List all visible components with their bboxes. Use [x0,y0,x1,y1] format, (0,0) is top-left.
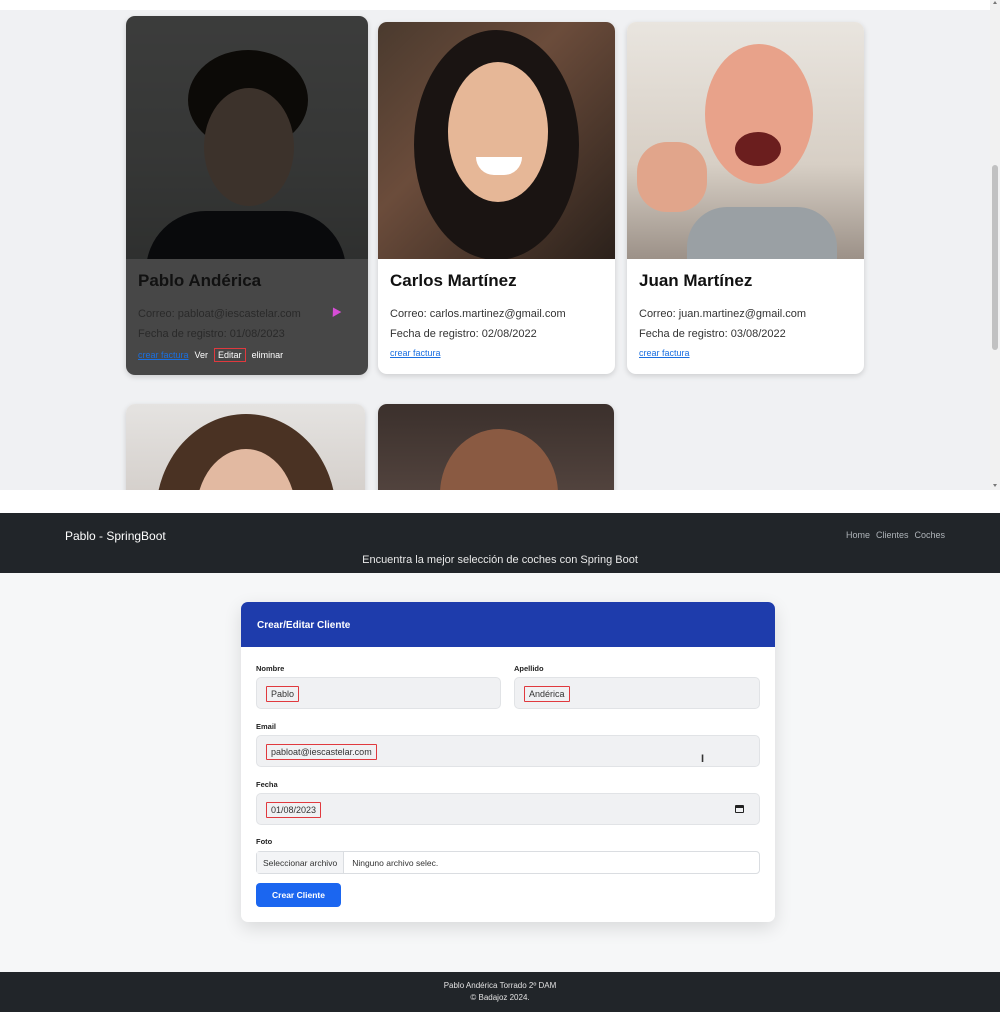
client-email: Correo: pabloat@iescastelar.com [138,308,301,320]
page-scrollbar[interactable] [990,0,1000,490]
fecha-label: Fecha [256,780,278,789]
client-email: Correo: juan.martinez@gmail.com [639,308,807,320]
navbar-tagline: Encuentra la mejor selección de coches c… [362,554,638,566]
client-card-carlos[interactable]: Carlos Martínez Correo: carlos.martinez@… [378,22,615,374]
calendar-icon[interactable] [735,805,744,813]
apellido-label: Apellido [514,664,544,673]
create-invoice-link[interactable]: crear factura [639,348,690,358]
fecha-value: 01/08/2023 [266,802,322,818]
client-card-partial-1[interactable] [126,404,365,490]
client-actions: crear factura [390,348,603,358]
face-shape [448,62,548,202]
text-cursor-icon: I [701,753,705,765]
edit-button[interactable]: Editar [214,348,246,362]
client-photo-partial-2 [378,404,614,490]
file-status: Ninguno archivo selec. [352,857,439,868]
footer: Pablo Andérica Torrado 2º DAM © Badajoz … [0,972,1000,1012]
thumb-shape [637,142,707,212]
client-email: Correo: carlos.martinez@gmail.com [390,308,566,320]
client-photo-partial-1 [126,404,365,490]
view-button[interactable]: Ver [195,350,209,360]
client-name: Pablo Andérica [138,271,262,290]
fecha-input[interactable]: 01/08/2023 [256,793,760,825]
create-invoice-link[interactable]: crear factura [390,348,441,358]
nombre-label: Nombre [256,664,285,673]
select-file-button[interactable]: Seleccionar archivo [257,852,345,873]
nav-links: Home Clientes Coches [846,530,945,540]
client-card-body: Juan Martínez Correo: juan.martinez@gmai… [627,259,864,358]
client-date: Fecha de registro: 02/08/2022 [390,328,537,340]
client-photo-pablo [126,16,368,259]
create-client-button[interactable]: Crear Cliente [256,883,341,907]
client-name: Juan Martínez [639,271,753,290]
email-value: pabloat@iescastelar.com [266,744,377,760]
footer-author: Pablo Andérica Torrado 2º DAM [443,981,557,990]
form-title: Crear/Editar Cliente [241,602,775,647]
apellido-input[interactable]: Andérica [514,677,760,709]
client-actions: crear factura [639,348,852,358]
email-input[interactable]: pabloat@iescastelar.com [256,735,760,767]
shirt-shape [687,207,837,259]
shoulders-shape [146,211,346,259]
client-card-pablo[interactable]: Pablo Andérica Correo: pabloat@iescastel… [126,16,368,375]
client-name: Carlos Martínez [390,271,517,290]
mouth-shape [735,132,781,166]
apellido-value: Andérica [524,686,570,702]
client-form-view: Pablo - SpringBoot Home Clientes Coches … [0,513,1000,1012]
nav-link-clientes[interactable]: Clientes [876,530,909,540]
client-card-juan[interactable]: Juan Martínez Correo: juan.martinez@gmai… [627,22,864,374]
email-label: Email [256,722,277,731]
form-body: Nombre Pablo Apellido Andérica Email pab… [241,647,775,922]
nav-link-home[interactable]: Home [846,530,870,540]
create-invoice-link[interactable]: crear factura [138,350,189,360]
nav-link-coches[interactable]: Coches [914,530,945,540]
footer-copyright: © Badajoz 2024. [470,993,530,1002]
face-shape [204,88,294,206]
scrollbar-thumb[interactable] [992,165,998,350]
client-actions: crear factura Ver Editar eliminar [138,348,356,362]
scroll-down-arrow-icon[interactable] [993,484,997,487]
nombre-value: Pablo [266,686,300,702]
client-form-card: Crear/Editar Cliente Nombre Pablo Apelli… [241,602,775,922]
nombre-input[interactable]: Pablo [256,677,501,709]
client-card-body: Carlos Martínez Correo: carlos.martinez@… [378,259,615,358]
navbar: Pablo - SpringBoot Home Clientes Coches … [0,513,1000,573]
client-photo-juan [627,22,864,259]
head-shape [440,429,558,490]
delete-button[interactable]: eliminar [252,350,284,360]
scroll-up-arrow-icon[interactable] [993,1,997,4]
client-date: Fecha de registro: 01/08/2023 [138,328,285,340]
client-cards-view: Pablo Andérica Correo: pabloat@iescastel… [0,0,1000,490]
foto-label: Foto [256,837,273,846]
client-photo-carlos [378,22,615,259]
client-card-partial-2[interactable] [378,404,614,490]
navbar-brand[interactable]: Pablo - SpringBoot [65,529,166,543]
foto-file-input[interactable]: Seleccionar archivo Ninguno archivo sele… [256,851,760,874]
top-strip [0,0,990,10]
client-date: Fecha de registro: 03/08/2022 [639,328,786,340]
